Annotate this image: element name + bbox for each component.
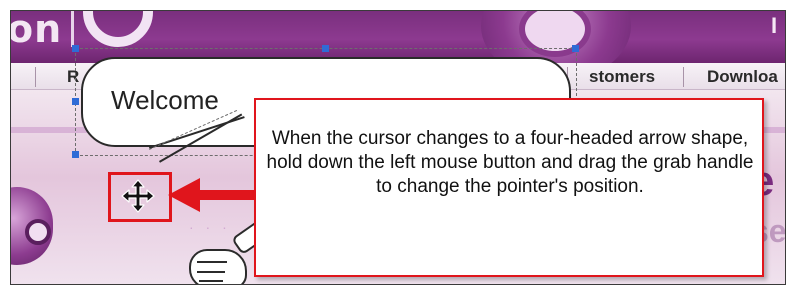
header-corner-text: I <box>771 13 778 38</box>
four-headed-move-icon[interactable] <box>121 179 155 213</box>
logo-divider <box>71 11 74 47</box>
nav-separator <box>35 67 36 87</box>
cartoon-hand-icon <box>189 249 247 284</box>
decorative-dots: · · · <box>189 219 231 235</box>
nav-item-downloads[interactable]: Downloa <box>707 67 778 87</box>
resize-handle-bottom-left[interactable] <box>72 151 79 158</box>
mascot-left-eye <box>25 219 51 245</box>
hand-finger-line <box>199 280 223 282</box>
resize-handle-top[interactable] <box>322 45 329 52</box>
nav-item-customers[interactable]: stomers <box>589 67 655 87</box>
hand-finger-line <box>197 261 227 263</box>
resize-handle-top-left[interactable] <box>72 45 79 52</box>
logo-icon <box>83 11 153 47</box>
left-arrow-icon <box>168 178 200 212</box>
screenshot-frame: on I R stomers Downloa e se · · · Welcom… <box>10 10 786 285</box>
speech-bubble-text: Welcome <box>111 85 219 115</box>
resize-handle-left[interactable] <box>72 98 79 105</box>
nav-separator <box>683 67 684 87</box>
hand-finger-line <box>197 271 225 273</box>
resize-handle-top-right[interactable] <box>572 45 579 52</box>
logo-text: on <box>10 10 63 51</box>
instruction-callout-text: When the cursor changes to a four-headed… <box>266 128 754 197</box>
